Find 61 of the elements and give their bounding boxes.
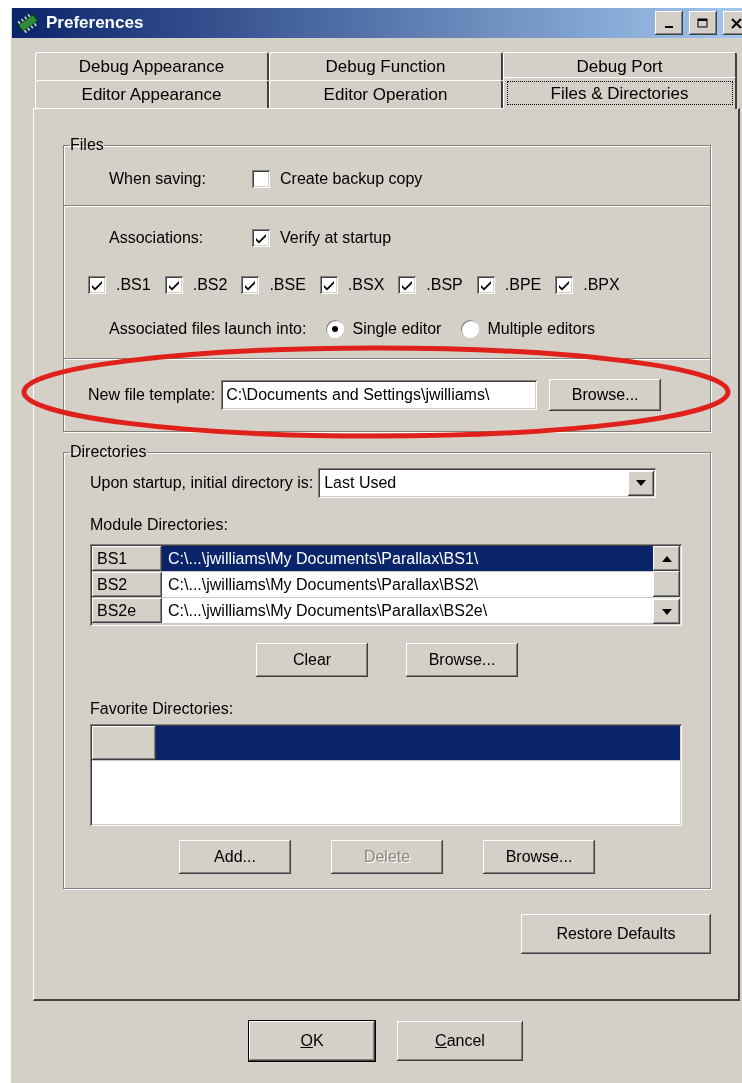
tab[interactable]: Debug Function [269, 52, 503, 80]
tick-icon [244, 279, 257, 291]
group-title: Directories [70, 444, 147, 460]
checkbox[interactable]: .BSE [241, 276, 306, 294]
maximize-icon [697, 17, 709, 29]
tab[interactable]: Debug Appearance [35, 52, 269, 80]
tab[interactable]: Editor Operation [269, 80, 503, 108]
restore-defaults-button[interactable]: Restore Defaults [521, 914, 711, 954]
close-icon [731, 17, 742, 29]
dropdown-arrow-icon [636, 480, 647, 486]
template-field[interactable]: C:\Documents and Settings\jwilliams\ [221, 380, 538, 410]
favorite-button[interactable]: Add... [179, 840, 291, 874]
scroll-down-icon [661, 608, 672, 615]
scrollbar[interactable] [653, 546, 680, 624]
module-label: Module Directories: [90, 516, 228, 534]
module-button[interactable]: Clear [256, 643, 368, 677]
module-button[interactable]: Browse... [406, 643, 518, 677]
tick-icon [255, 232, 267, 244]
tick-icon [479, 279, 492, 291]
radio-button[interactable] [326, 320, 345, 338]
tab[interactable]: Editor Appearance [35, 80, 269, 108]
browse-button[interactable]: Browse... [549, 379, 662, 411]
radio-button[interactable] [461, 320, 480, 338]
row-header[interactable]: BS2 [92, 572, 162, 597]
checkbox[interactable]: Create backup copy [252, 170, 423, 188]
tick-icon [558, 279, 571, 291]
row-header[interactable] [92, 726, 156, 760]
directory-dropdown[interactable]: Last Used [318, 468, 657, 498]
checkbox[interactable]: .BS2 [164, 276, 228, 294]
minimize-button[interactable] [655, 11, 683, 35]
checkbox[interactable]: Verify at startup [252, 229, 392, 247]
directory-path[interactable]: C:\...\jwilliams\My Documents\Parallax\BS1\ [162, 546, 653, 571]
associations-label: Associations: [109, 229, 205, 247]
dialog-button[interactable]: OK [249, 1021, 375, 1061]
checkbox[interactable]: .BPE [476, 276, 542, 294]
maximize-button[interactable] [689, 11, 717, 35]
checkbox[interactable]: .BSP [398, 276, 463, 294]
when-saving-label: When saving: [109, 170, 207, 188]
scroll-up-icon [661, 555, 672, 562]
startup-label: Upon startup, initial directory is: [90, 474, 314, 492]
checkbox[interactable]: .BS1 [88, 276, 151, 294]
group-title: Files [70, 137, 104, 153]
tick-icon [91, 279, 103, 291]
window-title: Preferences [46, 13, 145, 33]
tick-icon [167, 279, 180, 291]
favorite-label: Favorite Directories: [90, 700, 234, 718]
dialog-button[interactable]: Cancel [397, 1021, 523, 1061]
checkbox[interactable]: .BSX [319, 276, 385, 294]
radio-label: Single editor [352, 320, 442, 338]
checkbox[interactable]: .BPX [555, 276, 620, 294]
tick-icon [401, 279, 414, 291]
minimize-icon [665, 26, 673, 28]
tab[interactable]: Files & Directories [503, 77, 737, 109]
favorite-button[interactable]: Browse... [483, 840, 595, 874]
launch-label: Associated files launch into: [109, 320, 307, 338]
row-header[interactable]: BS2e [92, 598, 162, 623]
template-label: New file template: [88, 386, 216, 404]
radio-label: Multiple editors [487, 320, 595, 338]
row-header[interactable]: BS1 [92, 546, 162, 571]
tick-icon [322, 279, 335, 291]
tab[interactable]: Debug Port [503, 52, 737, 80]
